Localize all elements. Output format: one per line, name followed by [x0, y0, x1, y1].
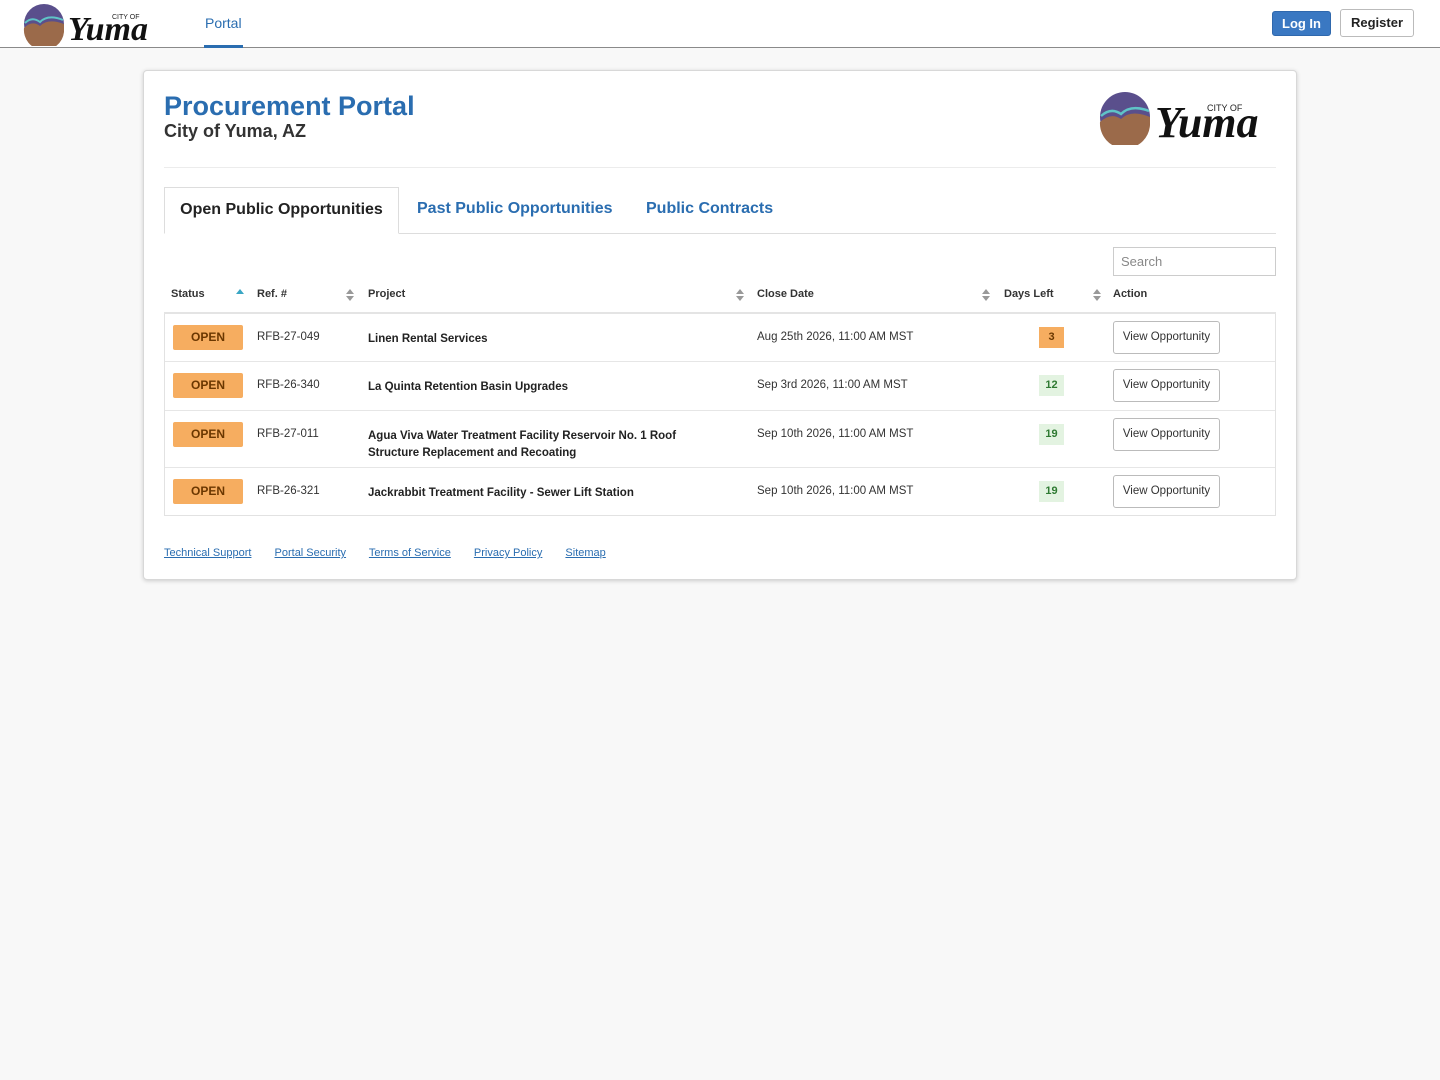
page-title: Procurement Portal	[164, 91, 415, 121]
top-navbar: CITY OF Yuma Portal Log In Register	[0, 0, 1440, 48]
view-opportunity-button[interactable]: View Opportunity	[1113, 475, 1220, 508]
technical-support-link[interactable]: Technical Support	[164, 547, 251, 559]
status-badge: OPEN	[173, 422, 243, 447]
sort-icon[interactable]	[982, 288, 990, 302]
sort-ascending-icon[interactable]	[236, 288, 244, 302]
project-name: Agua Viva Water Treatment Facility Reser…	[368, 430, 677, 459]
column-header-close-date[interactable]: Close Date	[757, 279, 814, 312]
project-name: Jackrabbit Treatment Facility - Sewer Li…	[368, 487, 634, 499]
days-left-badge: 19	[1039, 481, 1064, 502]
table-row: OPEN RFB-26-340 La Quinta Retention Basi…	[165, 361, 1275, 410]
portal-card: Procurement Portal City of Yuma, AZ CITY…	[143, 70, 1297, 580]
ref-number: RFB-27-011	[257, 428, 319, 440]
status-badge: OPEN	[173, 373, 243, 398]
svg-text:Yuma: Yuma	[1155, 98, 1259, 145]
page-subtitle: City of Yuma, AZ	[164, 121, 307, 141]
nav-portal[interactable]: Portal	[204, 0, 243, 48]
opportunity-tabs: Open Public Opportunities Past Public Op…	[164, 187, 1276, 234]
column-header-project[interactable]: Project	[368, 279, 405, 312]
svg-text:Yuma: Yuma	[68, 11, 148, 46]
status-badge: OPEN	[173, 479, 243, 504]
search-input[interactable]	[1113, 247, 1276, 276]
view-opportunity-button[interactable]: View Opportunity	[1113, 321, 1220, 354]
header-divider	[164, 167, 1276, 168]
sort-icon[interactable]	[1093, 288, 1101, 302]
ref-number: RFB-26-340	[257, 379, 320, 391]
days-left-badge: 12	[1039, 375, 1064, 396]
table-row: OPEN RFB-27-011 Agua Viva Water Treatmen…	[165, 410, 1275, 467]
column-header-days-left[interactable]: Days Left	[1004, 279, 1054, 312]
column-header-ref[interactable]: Ref. #	[257, 279, 287, 312]
close-date: Sep 10th 2026, 11:00 AM MST	[757, 485, 914, 497]
sort-icon[interactable]	[736, 288, 744, 302]
privacy-policy-link[interactable]: Privacy Policy	[474, 547, 542, 559]
table-row: OPEN RFB-27-049 Linen Rental Services Au…	[165, 314, 1275, 361]
column-header-status[interactable]: Status	[171, 279, 205, 312]
days-left-badge: 3	[1039, 327, 1064, 348]
table-header: Status Ref. # Project Close Date Days Le…	[164, 279, 1276, 314]
register-button[interactable]: Register	[1340, 9, 1414, 37]
city-of-yuma-logo-large: CITY OF Yuma	[1099, 92, 1259, 145]
tab-public-contracts[interactable]: Public Contracts	[646, 187, 773, 233]
column-header-action: Action	[1113, 288, 1148, 300]
footer-links: Technical Support Portal Security Terms …	[164, 547, 626, 559]
view-opportunity-button[interactable]: View Opportunity	[1113, 369, 1220, 402]
login-button[interactable]: Log In	[1272, 11, 1331, 36]
project-name: La Quinta Retention Basin Upgrades	[368, 381, 568, 393]
close-date: Aug 25th 2026, 11:00 AM MST	[757, 331, 914, 343]
city-of-yuma-logo[interactable]: CITY OF Yuma	[22, 2, 172, 46]
portal-security-link[interactable]: Portal Security	[275, 547, 347, 559]
table-row: OPEN RFB-26-321 Jackrabbit Treatment Fac…	[165, 467, 1275, 515]
status-badge: OPEN	[173, 325, 243, 350]
days-left-badge: 19	[1039, 424, 1064, 445]
close-date: Sep 3rd 2026, 11:00 AM MST	[757, 379, 908, 391]
ref-number: RFB-27-049	[257, 331, 320, 343]
ref-number: RFB-26-321	[257, 485, 320, 497]
tab-open-opportunities[interactable]: Open Public Opportunities	[164, 187, 399, 234]
project-name: Linen Rental Services	[368, 333, 488, 345]
tab-past-opportunities[interactable]: Past Public Opportunities	[417, 187, 613, 233]
table-body: OPEN RFB-27-049 Linen Rental Services Au…	[164, 314, 1276, 516]
close-date: Sep 10th 2026, 11:00 AM MST	[757, 428, 914, 440]
sort-icon[interactable]	[346, 288, 354, 302]
opportunities-table: Status Ref. # Project Close Date Days Le…	[164, 279, 1276, 516]
terms-of-service-link[interactable]: Terms of Service	[369, 547, 451, 559]
view-opportunity-button[interactable]: View Opportunity	[1113, 418, 1220, 451]
sitemap-link[interactable]: Sitemap	[565, 547, 605, 559]
